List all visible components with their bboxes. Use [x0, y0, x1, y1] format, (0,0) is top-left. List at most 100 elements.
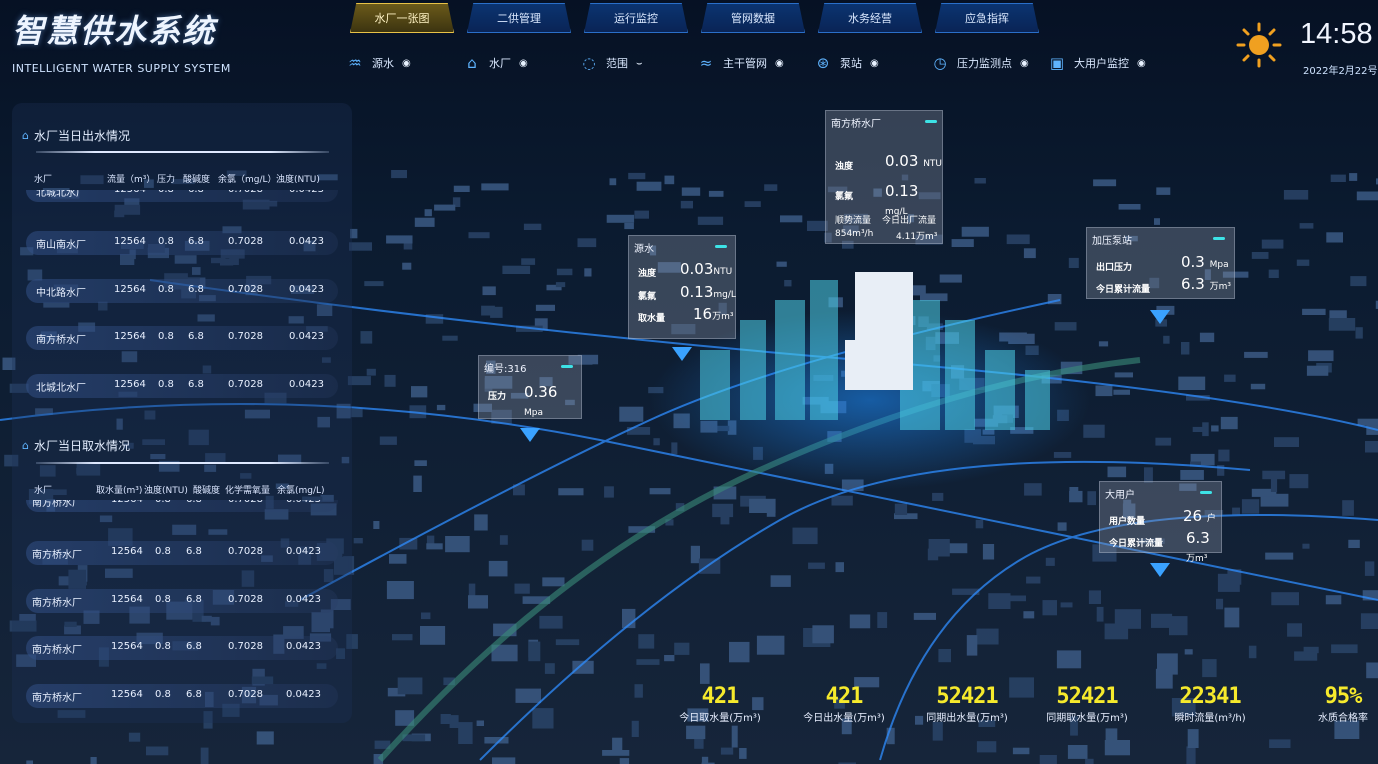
stat-quality-rate: 95% 水质合格率	[1318, 684, 1368, 724]
layer-pressure-point[interactable]: ◷ 压力监测点 ◉	[931, 54, 1048, 72]
table-cell: 0.7028	[228, 331, 263, 342]
table-cell: 0.0423	[289, 378, 324, 390]
table-cell: 南方桥水厂	[32, 550, 82, 561]
clock-date: 2022年2月22号	[1303, 66, 1378, 77]
tab-water-business[interactable]: 水务经营	[818, 3, 922, 33]
table-cell: 6.8	[188, 378, 204, 390]
table-cell: 0.7028	[228, 593, 263, 605]
water-plant-icon: ⌂	[467, 54, 477, 72]
card-accent	[925, 120, 937, 123]
layer-label: 泵站	[840, 57, 862, 70]
table-cell: 0.7028	[228, 688, 263, 700]
tab-emergency-command[interactable]: 应急指挥	[935, 3, 1039, 33]
booster-station-card[interactable]: 加压泵站 出口压力 0.3 Mpa 今日累计流量 6.3 万m³	[1086, 227, 1235, 299]
table-cell: 6.8	[186, 546, 202, 557]
tab-water-plant-map[interactable]: 水厂一张图	[350, 3, 454, 33]
big-user-card[interactable]: 大用户 用户数量 26 户 今日累计流量 6.3 万m³	[1099, 481, 1222, 564]
layer-toggles: ♒ 源水 ◉ ⌂ 水厂 ◉ ◌ 范围 ⌣ ≈ 主干管网 ◉ ⊛ 泵站 ◉ ◷ 压…	[346, 54, 1165, 72]
plant-info-card[interactable]: 南方桥水厂 浊度 0.03 NTU 氯氟 0.13 mg/L 顺势流量 今日出厂…	[825, 110, 943, 244]
stat-today-outflow: 421 今日出水量(万m³)	[803, 684, 885, 724]
table-cell: 0.0423	[289, 236, 324, 247]
table-cell: 0.8	[155, 593, 171, 605]
table-row[interactable]: 南方桥水厂 12564 0.8 6.8 0.7028 0.0423	[26, 588, 338, 613]
layer-big-user[interactable]: ▣ 大用户监控 ◉	[1048, 54, 1165, 72]
table-cell: 0.8	[155, 500, 171, 505]
table-cell: 0.7028	[228, 378, 263, 390]
table-cell: 0.7028	[228, 641, 263, 652]
layer-pipe-network[interactable]: ≈ 主干管网 ◉	[697, 54, 814, 72]
app-title: 智慧供水系统	[12, 12, 217, 50]
table-row[interactable]: 南方桥水厂 12564 0.8 6.8 0.7028 0.0423	[26, 541, 338, 565]
stat-period-intake: 52421 同期取水量(万m³)	[1046, 684, 1128, 724]
table-row[interactable]: 南方桥水厂 12564 0.8 6.8 0.7028 0.0423	[26, 636, 338, 660]
eye-icon[interactable]: ◉	[402, 58, 411, 69]
card-accent	[715, 245, 727, 248]
table-cell: 6.8	[188, 190, 204, 195]
layer-label: 源水	[372, 57, 394, 70]
table-cell: 0.0423	[286, 641, 321, 652]
eye-off-icon[interactable]: ⌣	[636, 58, 643, 69]
stat-instant-flow: 22341 瞬时流量(m³/h)	[1174, 684, 1246, 724]
table-cell: 12564	[114, 236, 146, 247]
layer-range[interactable]: ◌ 范围 ⌣	[580, 54, 697, 72]
table-cell: 12564	[111, 546, 143, 557]
table-row[interactable]: 南方桥水厂 12564 0.8 6.8 0.7028 0.0423	[26, 683, 338, 708]
table-cell: 中北路水厂	[36, 287, 86, 299]
intake-panel-title: ⌂ 水厂当日取水情况	[22, 439, 130, 453]
layer-pump-station[interactable]: ⊛ 泵站 ◉	[814, 54, 931, 72]
source-water-card[interactable]: 源水 浊度 0.03NTU 氯氟 0.13mg/L 取水量 16万m³	[628, 235, 736, 339]
table-cell: 0.0423	[286, 500, 321, 505]
eye-icon[interactable]: ◉	[1137, 58, 1146, 69]
stat-period-outflow: 52421 同期出水量(万m³)	[926, 684, 1008, 724]
eye-icon[interactable]: ◉	[870, 58, 879, 69]
main-tabs: 水厂一张图 二供管理 运行监控 管网数据 水务经营 应急指挥	[350, 3, 1039, 33]
tab-secondary-supply[interactable]: 二供管理	[467, 3, 571, 33]
clock-time: 14:58	[1300, 18, 1373, 50]
tab-operation-monitor[interactable]: 运行监控	[584, 3, 688, 33]
pressure-gauge-icon: ◷	[933, 54, 947, 72]
card-accent	[1200, 491, 1212, 494]
layer-label: 范围	[606, 57, 628, 70]
eye-icon[interactable]: ◉	[1020, 58, 1029, 69]
layer-source-water[interactable]: ♒ 源水 ◉	[346, 54, 463, 72]
pressure-point-card[interactable]: 编号:316 压力 0.36 Mpa	[478, 355, 582, 419]
layer-water-plant[interactable]: ⌂ 水厂 ◉	[463, 54, 580, 72]
table-cell: 12564	[111, 641, 143, 652]
table-cell: 0.0423	[286, 546, 321, 557]
tab-pipe-data[interactable]: 管网数据	[701, 3, 805, 33]
big-user-icon: ▣	[1049, 54, 1065, 72]
table-cell: 0.0423	[286, 593, 321, 605]
table-cell: 6.8	[186, 593, 202, 605]
table-row[interactable]: 北城北水厂 12564 0.8 6.8 0.7028 0.0423	[26, 190, 338, 202]
table-row[interactable]: 中北路水厂 12564 0.8 6.8 0.7028 0.0423	[26, 278, 338, 303]
eye-icon[interactable]: ◉	[519, 58, 528, 69]
table-row[interactable]: 北城北水厂 12564 0.8 6.8 0.7028 0.0423	[26, 373, 338, 398]
table-cell: 北城北水厂	[36, 382, 86, 394]
table-cell: 6.8	[186, 641, 202, 652]
table-cell: 0.8	[155, 546, 171, 557]
table-cell: 12564	[111, 688, 143, 700]
table-cell: 南方桥水厂	[36, 335, 86, 346]
range-icon: ◌	[582, 54, 596, 72]
table-cell: 6.8	[186, 500, 202, 505]
table-cell: 0.0423	[289, 190, 324, 195]
table-cell: 0.7028	[228, 500, 263, 505]
divider	[36, 151, 329, 153]
table-cell: 12564	[114, 378, 146, 390]
table-cell: 6.8	[188, 283, 204, 295]
table-cell: 0.8	[158, 378, 174, 390]
pump-station-icon: ⊛	[816, 54, 830, 72]
sunny-weather-icon	[1236, 22, 1282, 68]
table-row[interactable]: 南山南水厂 12564 0.8 6.8 0.7028 0.0423	[26, 231, 338, 255]
table-row[interactable]: 南方桥水厂 12564 0.8 6.8 0.7028 0.0423	[26, 500, 338, 512]
table-cell: 南方桥水厂	[32, 597, 82, 609]
eye-icon[interactable]: ◉	[775, 58, 784, 69]
table-cell: 12564	[114, 331, 146, 342]
table-row[interactable]: 南方桥水厂 12564 0.8 6.8 0.7028 0.0423	[26, 326, 338, 350]
table-cell: 0.0423	[289, 283, 324, 295]
water-plant-icon: ⌂	[22, 439, 29, 452]
table-cell: 6.8	[186, 688, 202, 700]
source-water-icon: ♒	[348, 54, 362, 72]
table-cell: 0.0423	[286, 688, 321, 700]
layer-label: 大用户监控	[1074, 57, 1129, 70]
